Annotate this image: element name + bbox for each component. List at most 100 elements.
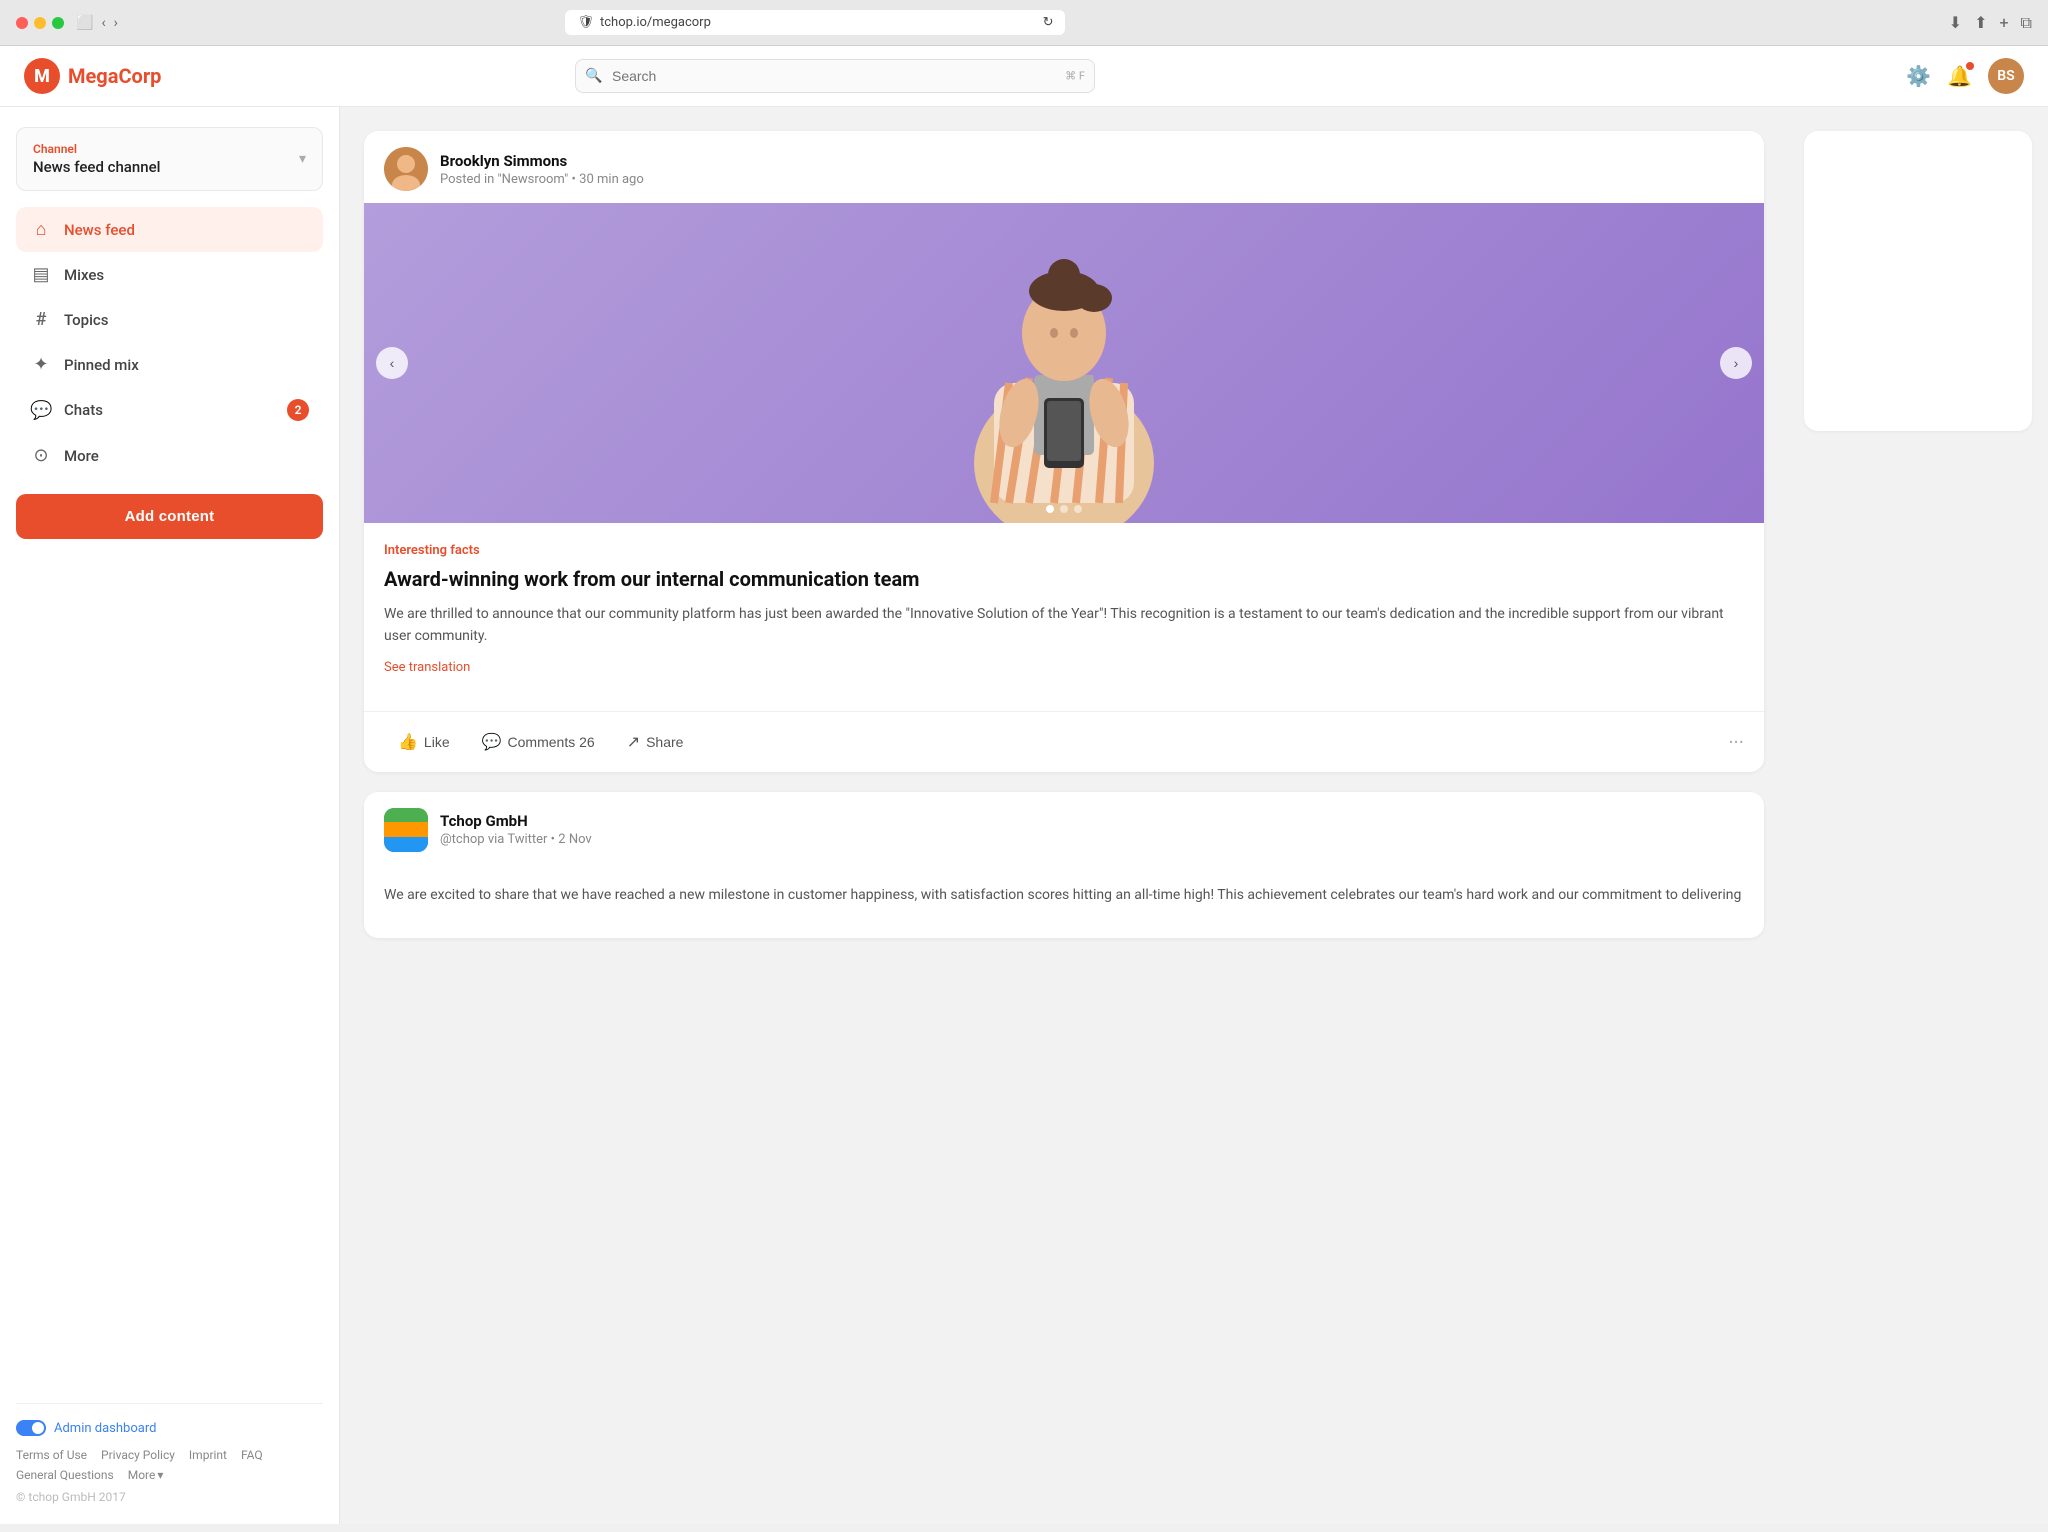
sidebar-item-label: More <box>64 447 99 465</box>
sidebar-nav: ⌂ News feed ▤ Mixes # Topics ✦ Pinned mi… <box>16 207 323 478</box>
chevron-down-small-icon: ▾ <box>157 1468 163 1482</box>
post-text-2: We are excited to share that we have rea… <box>384 884 1744 906</box>
sidebar-item-topics[interactable]: # Topics <box>16 297 323 342</box>
sidebar-item-more[interactable]: ⊙ More <box>16 433 323 478</box>
app-header: M MegaCorp 🔍 ⌘ F ⚙️ 🔔 BS <box>0 46 2048 107</box>
notification-icon[interactable]: 🔔 <box>1947 64 1972 88</box>
post-author-avatar-1 <box>384 147 428 191</box>
carousel-dots <box>1046 505 1082 513</box>
chevron-down-icon: ▾ <box>299 151 306 167</box>
settings-icon[interactable]: ⚙️ <box>1906 64 1931 88</box>
sidebar-item-chats[interactable]: 💬 Chats 2 <box>16 387 323 433</box>
sidebar-item-label: Mixes <box>64 266 104 284</box>
post-card-2: Tchop GmbH @tchop via Twitter • 2 Nov We… <box>364 792 1764 938</box>
post-text: We are thrilled to announce that our com… <box>384 603 1744 648</box>
more-icon: ⊙ <box>30 445 52 466</box>
channel-name: News feed channel <box>33 158 160 176</box>
notification-badge <box>1966 62 1974 70</box>
pin-icon: ✦ <box>30 354 52 375</box>
forward-icon[interactable]: › <box>114 15 118 31</box>
post-card-1: Brooklyn Simmons Posted in "Newsroom" • … <box>364 131 1764 772</box>
sidebar-toggle-icon[interactable]: ⬜ <box>76 15 93 31</box>
logo-icon: M <box>24 58 60 94</box>
footer-more-link[interactable]: More ▾ <box>128 1468 164 1482</box>
toggle-icon <box>16 1420 46 1436</box>
like-icon: 👍 <box>398 732 418 752</box>
admin-dashboard-label: Admin dashboard <box>54 1421 156 1436</box>
download-icon[interactable]: ⬇ <box>1949 13 1962 33</box>
channel-label: Channel <box>33 142 160 156</box>
search-shortcut: ⌘ F <box>1065 70 1085 83</box>
address-bar[interactable]: 🛡 tchop.io/megacorp ↻ <box>565 10 1065 35</box>
share-button[interactable]: ↗ Share <box>613 724 698 760</box>
post-meta-2: @tchop via Twitter • 2 Nov <box>440 832 592 847</box>
close-button[interactable] <box>16 17 28 29</box>
reload-icon[interactable]: ↻ <box>1043 15 1054 30</box>
share-icon: ↗ <box>627 732 640 752</box>
traffic-lights <box>16 17 64 29</box>
right-panel <box>1788 107 2048 1524</box>
post-body-1: Interesting facts Award-winning work fro… <box>364 523 1764 711</box>
carousel-prev-button[interactable]: ‹ <box>376 347 408 379</box>
post-author-name-1: Brooklyn Simmons <box>440 152 644 170</box>
post-meta-1: Posted in "Newsroom" • 30 min ago <box>440 172 644 187</box>
hashtag-icon: # <box>30 309 52 330</box>
channel-selector[interactable]: Channel News feed channel ▾ <box>16 127 323 191</box>
faq-link[interactable]: FAQ <box>241 1448 263 1462</box>
add-content-button[interactable]: Add content <box>16 494 323 539</box>
sidebar-item-label: Topics <box>64 311 108 329</box>
imprint-link[interactable]: Imprint <box>189 1448 227 1462</box>
post-author-info-2: Tchop GmbH @tchop via Twitter • 2 Nov <box>440 812 592 847</box>
post-actions-1: 👍 Like 💬 Comments 26 ↗ Share ··· <box>364 711 1764 772</box>
general-questions-link[interactable]: General Questions <box>16 1468 114 1482</box>
post-title: Award-winning work from our internal com… <box>384 566 1744 593</box>
logo-name: MegaCorp <box>68 64 161 88</box>
sidebar-item-label: News feed <box>64 221 135 239</box>
security-icon: 🛡 <box>577 15 594 30</box>
post-author-name-2: Tchop GmbH <box>440 812 592 830</box>
see-translation-link[interactable]: See translation <box>384 660 1744 675</box>
sidebar: Channel News feed channel ▾ ⌂ News feed … <box>0 107 340 1524</box>
browser-chrome: ⬜ ‹ › 🛡 tchop.io/megacorp ↻ ⬇ ⬆ + ⧉ <box>0 0 2048 46</box>
post-image-carousel: ‹ › <box>364 203 1764 523</box>
search-bar[interactable]: 🔍 ⌘ F <box>575 59 1095 93</box>
privacy-link[interactable]: Privacy Policy <box>101 1448 175 1462</box>
sidebar-item-label: Chats <box>64 401 103 419</box>
post-category: Interesting facts <box>384 543 1744 558</box>
admin-dashboard-link[interactable]: Admin dashboard <box>16 1420 323 1436</box>
more-actions-icon[interactable]: ··· <box>1728 730 1744 754</box>
user-avatar[interactable]: BS <box>1988 58 2024 94</box>
comments-button[interactable]: 💬 Comments 26 <box>468 724 609 760</box>
share-browser-icon[interactable]: ⬆ <box>1974 13 1987 33</box>
content-area: Brooklyn Simmons Posted in "Newsroom" • … <box>340 107 1788 1524</box>
right-panel-card <box>1804 131 2032 431</box>
new-tab-icon[interactable]: + <box>1999 13 2008 33</box>
sidebar-item-pinned-mix[interactable]: ✦ Pinned mix <box>16 342 323 387</box>
carousel-dot-1[interactable] <box>1046 505 1054 513</box>
mixes-icon: ▤ <box>30 264 52 285</box>
like-button[interactable]: 👍 Like <box>384 724 464 760</box>
back-icon[interactable]: ‹ <box>101 15 105 31</box>
sidebar-footer: Admin dashboard Terms of Use Privacy Pol… <box>16 1403 323 1504</box>
browser-navigation: ⬜ ‹ › <box>76 15 118 31</box>
carousel-next-button[interactable]: › <box>1720 347 1752 379</box>
post-author-info-1: Brooklyn Simmons Posted in "Newsroom" • … <box>440 152 644 187</box>
footer-links: Terms of Use Privacy Policy Imprint FAQ … <box>16 1448 323 1482</box>
carousel-dot-3[interactable] <box>1074 505 1082 513</box>
terms-link[interactable]: Terms of Use <box>16 1448 87 1462</box>
sidebar-item-news-feed[interactable]: ⌂ News feed <box>16 207 323 252</box>
minimize-button[interactable] <box>34 17 46 29</box>
carousel-dot-2[interactable] <box>1060 505 1068 513</box>
search-input[interactable] <box>575 59 1095 93</box>
post-header-1: Brooklyn Simmons Posted in "Newsroom" • … <box>364 131 1764 203</box>
home-icon: ⌂ <box>30 219 52 240</box>
sidebar-item-mixes[interactable]: ▤ Mixes <box>16 252 323 297</box>
post-author-avatar-2 <box>384 808 428 852</box>
tabs-icon[interactable]: ⧉ <box>2021 13 2032 33</box>
maximize-button[interactable] <box>52 17 64 29</box>
logo[interactable]: M MegaCorp <box>24 58 161 94</box>
main-layout: Channel News feed channel ▾ ⌂ News feed … <box>0 107 2048 1524</box>
comment-icon: 💬 <box>482 732 502 752</box>
search-icon: 🔍 <box>585 68 602 84</box>
url-text: tchop.io/megacorp <box>600 15 711 30</box>
